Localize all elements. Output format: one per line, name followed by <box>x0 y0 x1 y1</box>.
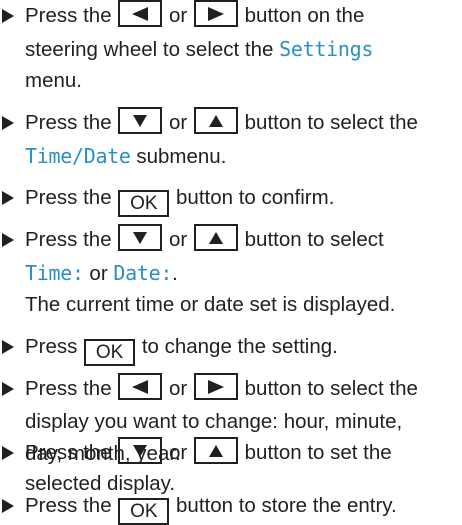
step-1-line-2: steering wheel to select the Settings <box>25 33 373 65</box>
step-text: button to select the <box>244 377 418 400</box>
display-term-time: Time: <box>25 261 84 285</box>
display-term-time-date: Time/Date <box>25 144 131 168</box>
step-7-line-1: Press the or button to set the <box>0 437 392 469</box>
step-5-line-1: Press OK to change the setting. <box>0 331 338 366</box>
bullet-triangle-icon <box>0 490 16 522</box>
step-text: or <box>169 4 188 27</box>
step-text: Press the <box>25 111 112 134</box>
step-text: button to confirm. <box>176 186 335 209</box>
step-text: Press the <box>25 228 112 251</box>
right-arrow-key-icon <box>193 0 238 27</box>
step-text: to change the setting. <box>141 335 338 358</box>
down-arrow-key-icon <box>118 437 163 464</box>
bullet-triangle-icon <box>0 331 16 363</box>
ok-key-icon: OK <box>118 498 170 525</box>
step-8-line-1: Press the OK button to store the entry. <box>0 490 397 525</box>
step-text: or <box>89 262 108 285</box>
step-text: button on the <box>244 4 365 27</box>
step-text: submenu. <box>136 145 227 168</box>
step-text: button to select <box>244 228 384 251</box>
left-arrow-key-icon <box>118 0 163 27</box>
down-arrow-key-icon <box>118 224 163 251</box>
step-text: Press the <box>25 441 112 464</box>
step-text: Press the <box>25 4 112 27</box>
step-3-line-1: Press the OK button to confirm. <box>0 182 335 217</box>
step-text: steering wheel to select the <box>25 38 274 61</box>
step-1-line-3: menu. <box>25 65 82 97</box>
bullet-triangle-icon <box>0 224 16 256</box>
left-arrow-key-icon <box>118 373 163 400</box>
down-arrow-key-icon <box>118 107 163 134</box>
step-text: Press the <box>25 377 112 400</box>
display-term-settings: Settings <box>279 37 374 61</box>
step-text: button to set the <box>244 441 392 464</box>
step-text: display you want to change: hour, minute… <box>25 410 403 433</box>
step-text: Press the <box>25 494 112 517</box>
step-2-line-2: Time/Date submenu. <box>25 140 226 172</box>
ok-key-icon: OK <box>84 339 136 366</box>
step-text: or <box>169 111 188 134</box>
step-text: button to store the entry. <box>176 494 397 517</box>
instruction-page: Press the or button on the steering whee… <box>0 0 462 525</box>
bullet-triangle-icon <box>0 107 16 139</box>
step-6-line-1: Press the or button to select the <box>0 373 418 405</box>
step-6-line-2: display you want to change: hour, minute… <box>25 406 402 438</box>
display-term-date: Date: <box>113 261 173 285</box>
bullet-triangle-icon <box>0 182 16 214</box>
right-arrow-key-icon <box>193 373 238 400</box>
ok-key-icon: OK <box>118 190 170 217</box>
bullet-triangle-icon <box>0 373 16 405</box>
step-text: or <box>169 441 188 464</box>
step-text: menu. <box>25 69 82 92</box>
step-4-line-3: The current time or date set is displaye… <box>25 289 395 321</box>
bullet-triangle-icon <box>0 0 16 32</box>
step-text: or <box>169 377 188 400</box>
up-arrow-key-icon <box>193 437 238 464</box>
step-2-line-1: Press the or button to select the <box>0 107 418 139</box>
step-text: . <box>172 262 178 285</box>
step-4-line-2: Time: or Date:. <box>25 257 178 289</box>
bullet-triangle-icon <box>0 437 16 469</box>
step-text: button to select the <box>244 111 418 134</box>
step-4-line-1: Press the or button to select <box>0 224 384 256</box>
step-1-line-1: Press the or button on the <box>0 0 364 32</box>
up-arrow-key-icon <box>193 107 238 134</box>
step-text: Press the <box>25 186 112 209</box>
up-arrow-key-icon <box>193 224 238 251</box>
step-text: The current time or date set is displaye… <box>25 293 396 316</box>
step-text: or <box>169 228 188 251</box>
